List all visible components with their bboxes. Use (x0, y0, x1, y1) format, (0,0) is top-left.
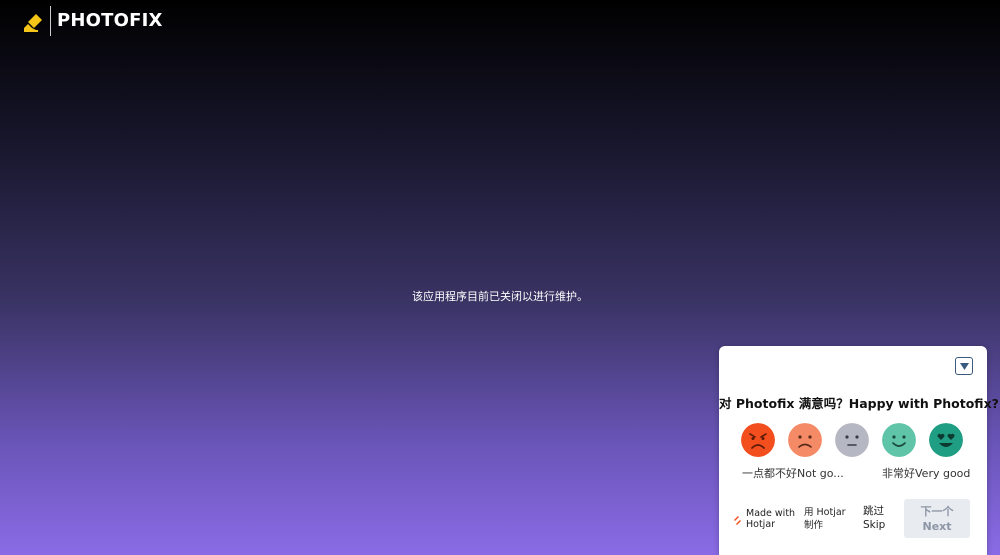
skip-button[interactable]: 跳过 Skip (863, 504, 889, 532)
logo-divider (50, 6, 51, 36)
maintenance-message: 该应用程序目前已关闭以进行维护。 (412, 290, 588, 303)
top-bar: PHOTOFIX (0, 0, 1000, 44)
hotjar-survey-widget: 对 Photofix 满意吗？Happy with Photofix? 一点都不… (719, 346, 999, 555)
made-with-hotjar-link[interactable]: Made with Hotjar (746, 508, 796, 530)
rating-bad-icon[interactable] (788, 423, 822, 457)
app-screen: PHOTOFIX 该应用程序目前已关闭以进行维护。 对 Photofix 满意吗… (0, 0, 1000, 555)
rating-good-icon[interactable] (882, 423, 916, 457)
rating-scale-high-label: 非常好Very good (882, 467, 971, 480)
next-button[interactable]: 下一个 Next (904, 499, 970, 538)
made-with-hotjar-cn-link[interactable]: 用 Hotjar 制作 (804, 506, 852, 532)
chevron-down-icon (959, 362, 969, 370)
rating-very-good-icon[interactable] (929, 423, 963, 457)
next-label: Next (922, 519, 952, 533)
survey-footer: Made with Hotjar 用 Hotjar 制作 跳过 Skip 下一个… (719, 498, 987, 544)
rating-very-bad-icon[interactable] (741, 423, 775, 457)
survey-question: 对 Photofix 满意吗？Happy with Photofix? (719, 396, 999, 411)
next-label-cn: 下一个 (920, 504, 954, 518)
rating-faces (741, 423, 963, 457)
hotjar-logo-icon (734, 516, 741, 525)
rating-scale-low-label: 一点都不好Not go... (742, 467, 844, 480)
rating-neutral-icon[interactable] (835, 423, 869, 457)
collapse-survey-button[interactable] (955, 357, 973, 375)
brand-name: PHOTOFIX (57, 10, 163, 31)
photofix-logo-icon (24, 14, 42, 32)
skip-label: 跳过 Skip (863, 505, 886, 531)
